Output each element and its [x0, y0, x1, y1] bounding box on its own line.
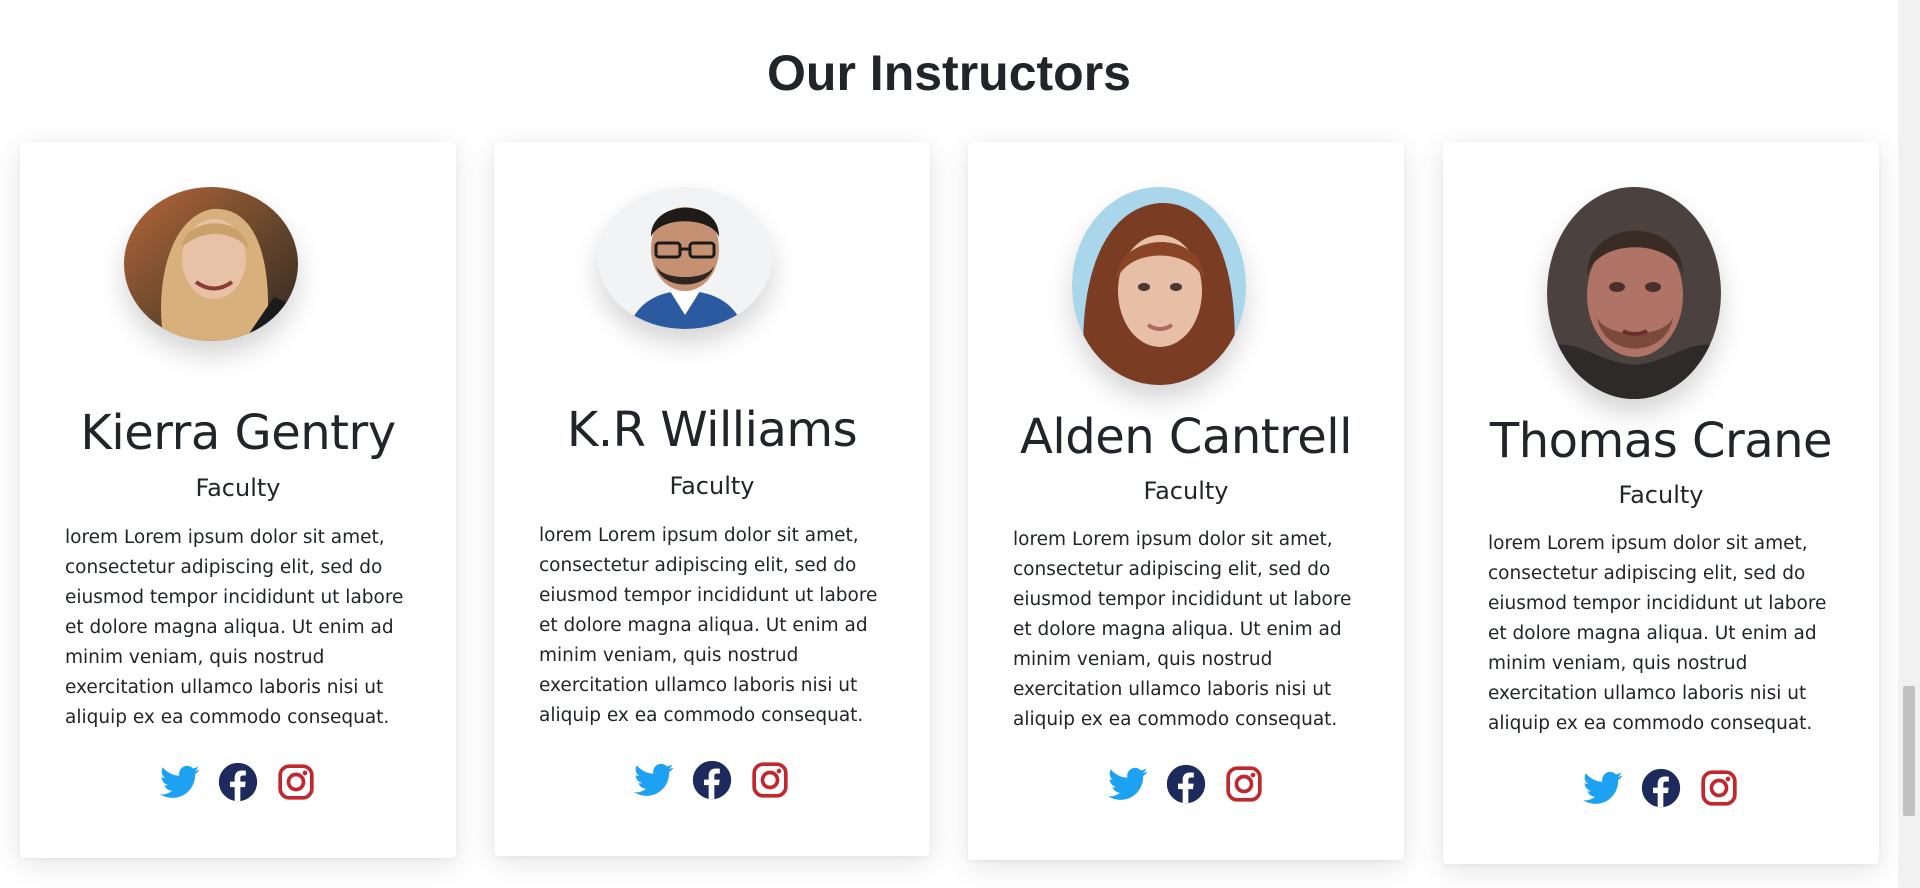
facebook-icon[interactable] — [1166, 764, 1206, 804]
instructor-role: Faculty — [1143, 477, 1229, 505]
instructor-avatar — [1072, 187, 1246, 385]
instructor-card-kierra-gentry: Kierra Gentry Faculty lorem Lorem ipsum … — [20, 142, 456, 858]
instructor-card-thomas-crane: Thomas Crane Faculty lorem Lorem ipsum d… — [1443, 142, 1879, 864]
social-links — [20, 762, 456, 802]
section-title: Our Instructors — [767, 45, 1131, 101]
twitter-icon[interactable] — [160, 762, 200, 802]
twitter-icon[interactable] — [1108, 764, 1148, 804]
instructor-avatar — [124, 187, 298, 341]
instagram-icon[interactable] — [1224, 764, 1264, 804]
instructor-name: Alden Cantrell — [1020, 409, 1352, 465]
instructors-section: Our Instructors Kierra Gentry Faculty lo… — [0, 0, 1898, 888]
instagram-icon[interactable] — [1699, 768, 1739, 808]
instagram-icon[interactable] — [276, 762, 316, 802]
instructor-bio: lorem Lorem ipsum dolor sit amet, consec… — [1488, 533, 1827, 734]
twitter-icon[interactable] — [634, 760, 674, 800]
instructor-avatar — [1547, 187, 1721, 399]
instructor-card-kr-williams: K.R Williams Faculty lorem Lorem ipsum d… — [494, 142, 930, 856]
instructor-avatar — [598, 187, 772, 329]
scrollbar-thumb[interactable] — [1903, 686, 1915, 816]
instructor-bio: lorem Lorem ipsum dolor sit amet, consec… — [65, 527, 404, 728]
instructor-role: Faculty — [1618, 481, 1704, 509]
twitter-icon[interactable] — [1583, 768, 1623, 808]
facebook-icon[interactable] — [218, 762, 258, 802]
social-links — [494, 760, 930, 800]
instructor-card-alden-cantrell: Alden Cantrell Faculty lorem Lorem ipsum… — [968, 142, 1404, 860]
instructor-bio: lorem Lorem ipsum dolor sit amet, consec… — [1013, 529, 1352, 730]
social-links — [968, 764, 1404, 804]
instructor-name: Thomas Crane — [1489, 413, 1833, 469]
instagram-icon[interactable] — [750, 760, 790, 800]
instructor-role: Faculty — [669, 472, 755, 500]
social-links — [1443, 768, 1879, 808]
page-scrollbar[interactable] — [1898, 0, 1920, 888]
instructor-name: K.R Williams — [566, 402, 858, 458]
facebook-icon[interactable] — [692, 760, 732, 800]
instructor-role: Faculty — [195, 474, 281, 502]
instructor-bio: lorem Lorem ipsum dolor sit amet, consec… — [539, 525, 878, 726]
instructor-name: Kierra Gentry — [80, 405, 396, 461]
facebook-icon[interactable] — [1641, 768, 1681, 808]
